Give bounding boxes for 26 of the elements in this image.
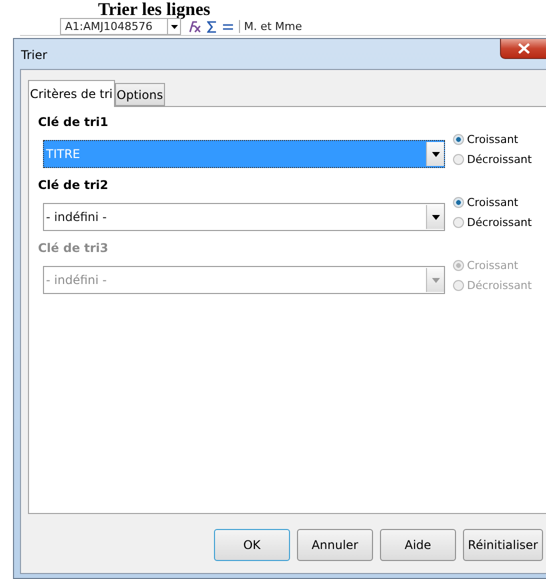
equals-icon[interactable] [223, 22, 233, 30]
sort-order-radio[interactable]: Croissant [453, 133, 532, 146]
close-button[interactable] [500, 39, 546, 59]
cell-range-field[interactable]: A1:AMJ1048576 [60, 18, 181, 35]
page-heading: Trier les lignes [98, 0, 210, 18]
tab[interactable]: Critères de tri [28, 80, 115, 107]
tab[interactable]: Options [114, 83, 165, 106]
sort-key-label: Clé de tri3 [38, 241, 110, 255]
dropdown-icon[interactable] [432, 152, 440, 156]
sort-order-radio[interactable]: Croissant [453, 196, 532, 209]
sort-key-dropdown[interactable]: - indéfini - [43, 203, 445, 231]
dialog-button[interactable]: Annuler [296, 529, 373, 561]
dialog-button[interactable]: Réinitialiser [462, 529, 543, 561]
window-title: Trier [21, 48, 48, 62]
sort-order-radio[interactable]: Décroissant [453, 216, 532, 229]
dropdown-icon[interactable] [170, 24, 178, 28]
sort-order-radio[interactable]: Décroissant [453, 153, 532, 166]
dialog-button[interactable]: Aide [380, 529, 456, 561]
sort-key-label: Clé de tri1 [38, 115, 110, 129]
sum-icon[interactable] [207, 20, 217, 32]
formula-content[interactable]: M. et Mme [239, 20, 302, 33]
function-icon[interactable] [187, 20, 201, 32]
dropdown-icon[interactable] [432, 214, 440, 220]
sort-key-label: Clé de tri2 [38, 178, 110, 192]
close-icon [518, 43, 530, 54]
dialog-button[interactable]: OK [214, 529, 290, 561]
